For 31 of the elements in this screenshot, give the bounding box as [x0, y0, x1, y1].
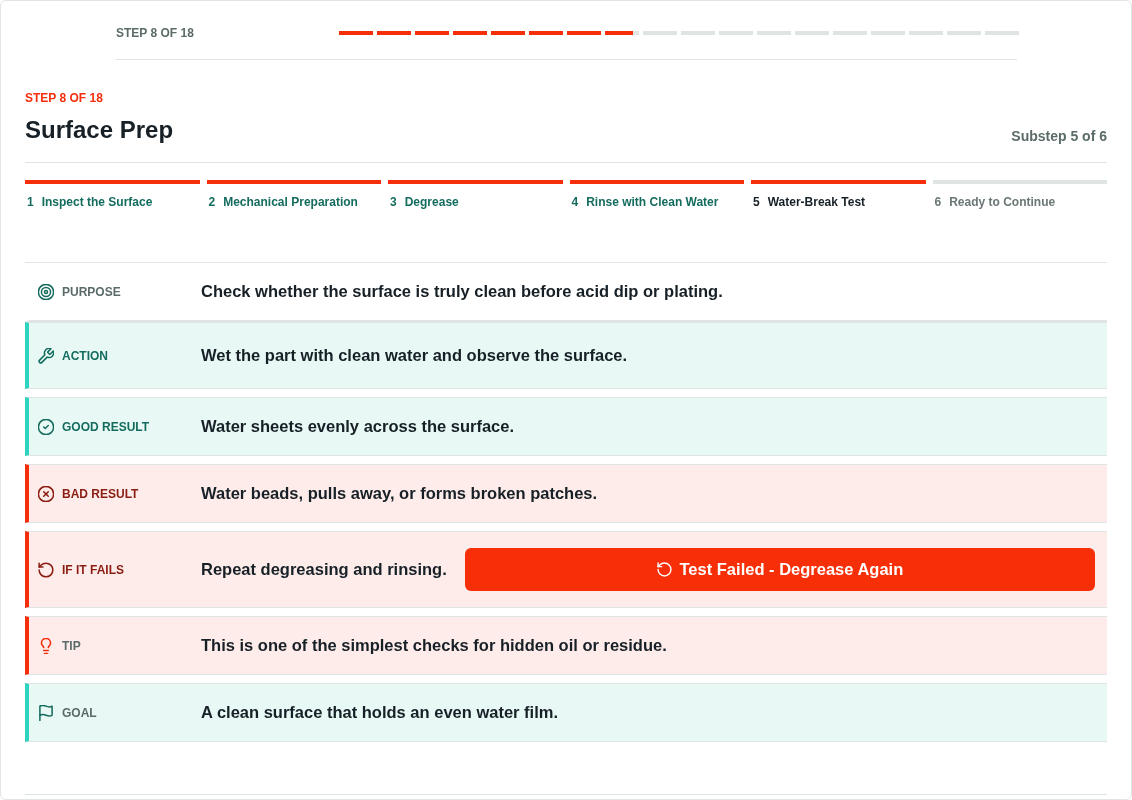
step-label: STEP 8 OF 18	[25, 90, 103, 106]
flag-icon	[38, 704, 54, 721]
step-counter: STEP 8 OF 18	[116, 25, 194, 41]
row-label: GOAL	[62, 704, 97, 721]
substep-tab[interactable]: 6 Ready to Continue	[932, 180, 1107, 210]
row-text: Repeat degreasing and rinsing.	[201, 559, 447, 580]
row-label: ACTION	[62, 347, 108, 364]
row-text: Check whether the surface is truly clean before acid dip or plating.	[201, 281, 723, 302]
row-label: IF IT FAILS	[62, 561, 124, 578]
row-label: TIP	[62, 637, 81, 654]
substep-counter: Substep 5 of 6	[1011, 127, 1107, 146]
row-label: PURPOSE	[62, 283, 121, 300]
row-text: A clean surface that holds an even water film.	[201, 702, 558, 723]
substep-tab[interactable]: 5 Water-Break Test	[751, 180, 926, 210]
substep-tab[interactable]: 3 Degrease	[388, 180, 563, 210]
row-text: This is one of the simplest checks for hidden oil or residue.	[201, 635, 667, 656]
page-title: Surface Prep	[25, 115, 174, 145]
substep-tab[interactable]: 4 Rinse with Clean Water	[569, 180, 744, 210]
row-text: Water sheets evenly across the surface.	[201, 416, 515, 437]
substep-tab[interactable]: 2 Mechanical Preparation	[206, 180, 381, 210]
row-text: Wet the part with clean water and observe the surface.	[201, 345, 628, 366]
substep-tab[interactable]: 1 Inspect the Surface	[25, 180, 200, 210]
refresh-icon	[656, 562, 672, 577]
target-icon	[38, 283, 54, 300]
row-text: Water beads, pulls away, or forms broken patches.	[201, 483, 598, 504]
lightbulb-icon	[38, 637, 54, 654]
row-label: GOOD RESULT	[62, 418, 150, 435]
wrench-icon	[38, 347, 54, 364]
refresh-icon	[38, 561, 54, 578]
degrease-again-button[interactable]: Test Failed - Degrease Again	[464, 548, 1095, 591]
row-label: BAD RESULT	[62, 485, 139, 502]
